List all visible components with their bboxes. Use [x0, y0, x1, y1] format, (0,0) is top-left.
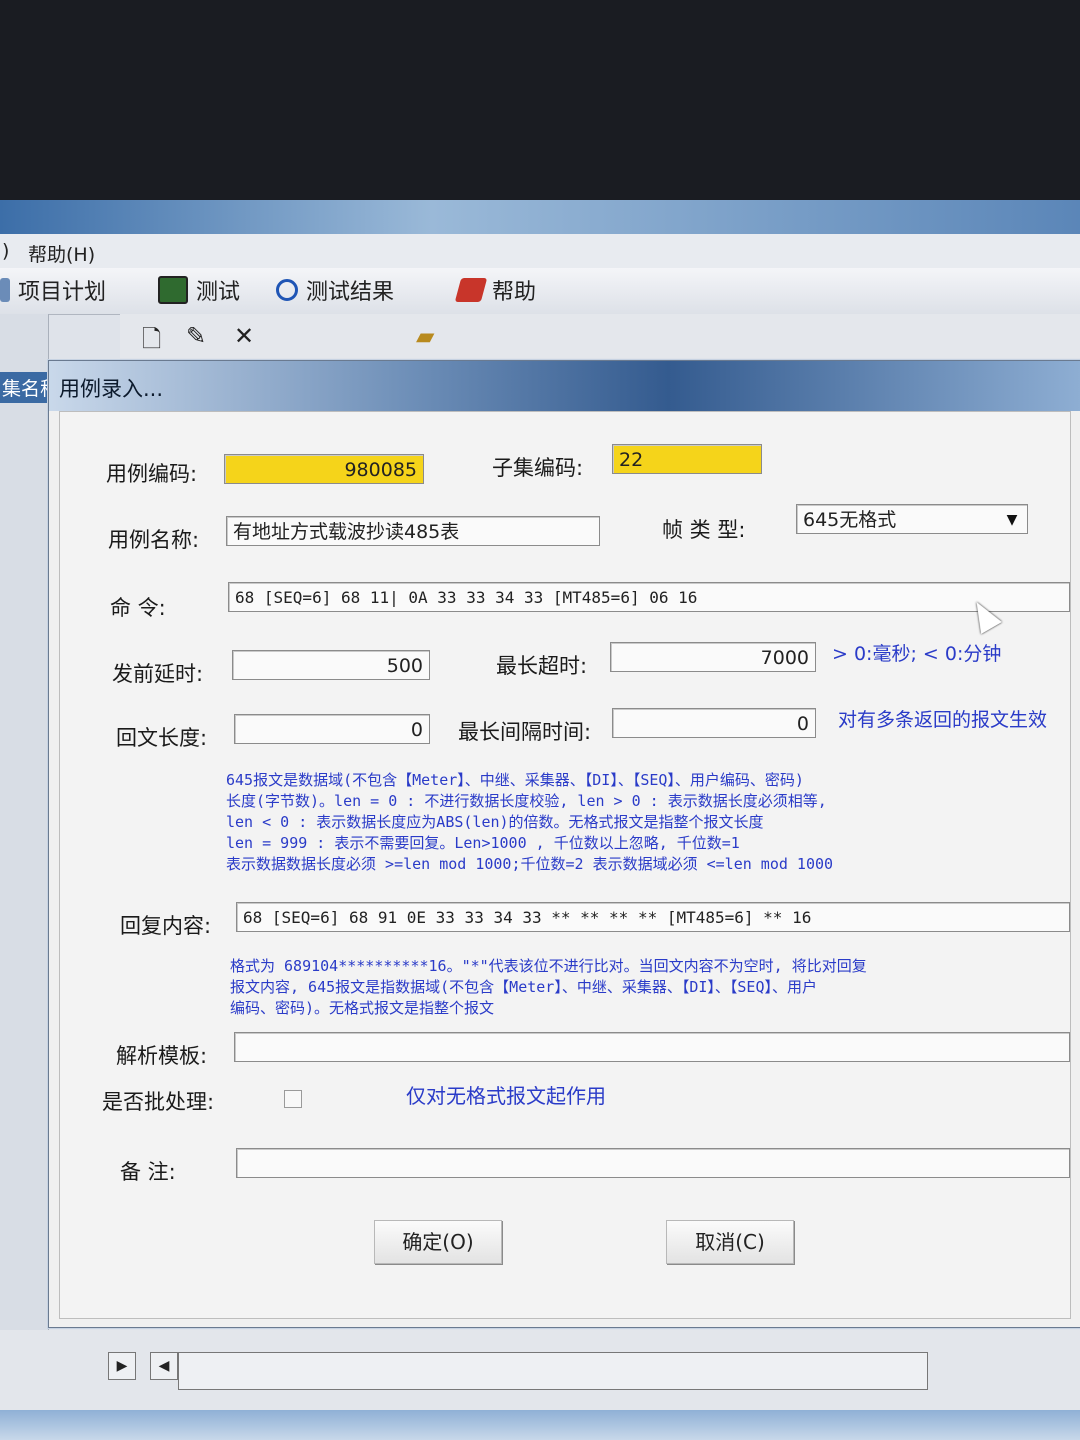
cancel-button[interactable]: 取消(C)	[666, 1220, 794, 1264]
reply-content-label: 回复内容:	[120, 914, 212, 938]
case-code-field[interactable]: 980085	[224, 454, 424, 484]
edit-document-icon[interactable]: ✎	[186, 322, 206, 350]
case-name-label: 用例名称:	[108, 528, 200, 552]
batch-checkbox[interactable]	[284, 1090, 302, 1108]
main-toolbar: 项目计划 测试 测试结果 帮助	[0, 268, 1080, 315]
menu-fragment: )	[2, 240, 10, 262]
max-interval-field[interactable]: 0	[612, 708, 816, 738]
reply-length-label: 回文长度:	[116, 726, 208, 750]
case-name-field[interactable]: 有地址方式载波抄读485表	[226, 516, 600, 546]
magnifier-icon	[276, 279, 298, 301]
reply-content-field[interactable]: 68 [SEQ=6] 68 91 0E 33 33 34 33 ** ** **…	[236, 902, 1070, 932]
tab-project-plan-label: 项目计划	[18, 280, 107, 305]
test-icon	[158, 276, 188, 304]
length-note-line: len < 0 : 表示数据长度应为ABS(len)的倍数。无格式报文是指整个报…	[226, 813, 764, 831]
batch-hint: 仅对无格式报文起作用	[406, 1084, 606, 1108]
frame-type-select[interactable]: 645无格式 ▼	[796, 504, 1028, 534]
case-entry-dialog: 用例录入... 用例编码: 980085 子集编码: 22 用例名称: 有地址方…	[48, 360, 1080, 1328]
reply-note-line: 报文内容, 645报文是指数据域(不包含【Meter】、中继、采集器、【DI】、…	[230, 978, 817, 996]
taskbar	[0, 1410, 1080, 1440]
tab-help-label: 帮助	[492, 280, 537, 305]
interval-hint: 对有多条返回的报文生效	[838, 709, 1048, 731]
new-document-icon[interactable]: 🗋	[142, 322, 161, 363]
tab-test-results-label: 测试结果	[306, 280, 395, 305]
frame-type-label: 帧 类 型:	[662, 518, 746, 542]
folder-icon[interactable]: ▰	[416, 322, 434, 350]
secondary-toolbar: 🗋 ✎ ✕ ▰	[120, 314, 1080, 358]
remark-label: 备 注:	[120, 1160, 176, 1184]
scroll-right-icon[interactable]: ▶	[108, 1352, 136, 1380]
subset-code-field[interactable]: 22	[612, 444, 762, 474]
length-note-line: 长度(字节数)。len = 0 : 不进行数据长度校验, len > 0 : 表…	[226, 792, 827, 810]
pre-delay-field[interactable]: 500	[232, 650, 430, 680]
remark-field[interactable]	[236, 1148, 1070, 1178]
parse-template-field[interactable]	[234, 1032, 1070, 1062]
menu-help[interactable]: 帮助(H)	[28, 240, 95, 267]
main-window-titlebar	[0, 200, 1080, 234]
length-note-line: 表示数据数据长度必须 >=len mod 1000;千位数=2 表示数据域必须 …	[226, 855, 834, 873]
dropdown-arrow-icon[interactable]: ▼	[1001, 510, 1023, 530]
batch-label: 是否批处理:	[102, 1090, 215, 1114]
tab-test[interactable]: 测试	[158, 274, 240, 306]
max-timeout-label: 最长超时:	[496, 654, 588, 678]
help-book-icon	[454, 278, 488, 302]
tab-project-plan[interactable]: 项目计划	[0, 274, 106, 306]
timeout-hint: > 0:毫秒; < 0:分钟	[832, 643, 1002, 665]
tab-test-label: 测试	[196, 280, 241, 305]
delete-icon[interactable]: ✕	[234, 322, 254, 350]
project-plan-icon	[0, 278, 10, 302]
parse-template-label: 解析模板:	[116, 1044, 208, 1068]
dialog-title: 用例录入...	[59, 377, 164, 401]
tab-help[interactable]: 帮助	[454, 274, 537, 306]
dialog-body: 用例编码: 980085 子集编码: 22 用例名称: 有地址方式载波抄读485…	[59, 411, 1071, 1319]
length-note-line: len = 999 : 表示不需要回复。Len>1000 , 千位数以上忽略, …	[226, 834, 740, 852]
case-code-label: 用例编码:	[106, 462, 198, 486]
pre-delay-label: 发前延时:	[112, 662, 204, 686]
ok-button[interactable]: 确定(O)	[374, 1220, 502, 1264]
max-timeout-field[interactable]: 7000	[610, 642, 816, 672]
command-label: 命 令:	[110, 596, 166, 620]
command-field[interactable]: 68 [SEQ=6] 68 11| 0A 33 33 34 33 [MT485=…	[228, 582, 1070, 612]
scroll-left-icon[interactable]: ◀	[150, 1352, 178, 1380]
reply-note-line: 编码、密码)。无格式报文是指整个报文	[230, 999, 495, 1017]
reply-length-field[interactable]: 0	[234, 714, 430, 744]
reply-note-line: 格式为 689104**********16。"*"代表该位不进行比对。当回文内…	[230, 957, 867, 975]
subset-code-label: 子集编码:	[492, 456, 584, 480]
left-panel: 集名称	[0, 314, 62, 1334]
menu-bar: ) 帮助(H)	[0, 234, 1080, 269]
dialog-titlebar[interactable]: 用例录入...	[49, 361, 1080, 411]
tab-test-results[interactable]: 测试结果	[276, 274, 394, 306]
horizontal-scrollbar[interactable]	[178, 1352, 928, 1390]
length-note-line: 645报文是数据域(不包含【Meter】、中继、采集器、【DI】、【SEQ】、用…	[226, 771, 804, 789]
frame-type-value: 645无格式	[803, 509, 897, 531]
max-interval-label: 最长间隔时间:	[458, 720, 592, 744]
